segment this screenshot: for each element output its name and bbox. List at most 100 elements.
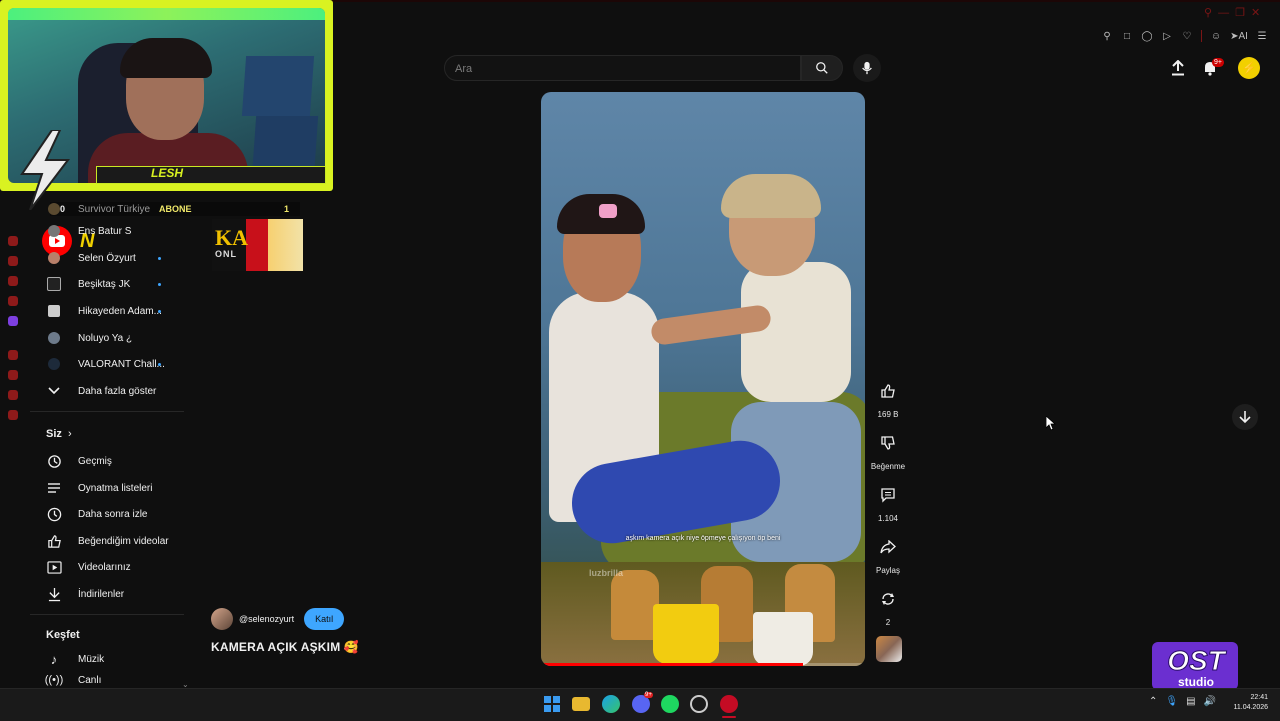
sidebar-item-noluyo-ya[interactable]: Noluyo Ya ¿	[30, 325, 190, 351]
settings-icon[interactable]	[8, 410, 18, 420]
sidebar-item-besiktas[interactable]: Beşiktaş JK	[30, 271, 190, 297]
dislike-label: Beğenme	[870, 462, 906, 471]
search-bar[interactable]	[444, 55, 801, 82]
hair-clip	[599, 204, 617, 218]
shield-icon[interactable]: ◯	[1141, 31, 1153, 42]
rail-icon[interactable]	[8, 370, 18, 380]
pin-icon[interactable]: ⚲	[1101, 31, 1113, 42]
comment-count: 1.104	[877, 514, 899, 523]
shorts-video-player[interactable]: aşkım kamera açık niye öpmeye çalışıyon …	[541, 92, 865, 666]
voice-search-button[interactable]	[853, 54, 881, 82]
sidebar-item-label: Videolarınız	[78, 561, 131, 573]
chevron-right-icon: ›	[68, 428, 72, 440]
rail-icon[interactable]	[8, 390, 18, 400]
file-explorer-icon[interactable]	[572, 697, 590, 711]
volume-icon[interactable]: 🔊	[1204, 696, 1216, 707]
menu-icon[interactable]: ☰	[1256, 31, 1268, 42]
wooden-holder	[611, 570, 659, 640]
download-icon	[48, 587, 60, 601]
new-content-dot	[158, 282, 161, 286]
show-more-button[interactable]: Daha fazla göster	[30, 378, 190, 404]
playlist-icon	[48, 483, 60, 493]
nameplate	[96, 166, 326, 184]
explore-section: Keşfet	[30, 622, 190, 648]
rail-icon[interactable]	[8, 350, 18, 360]
sidebar-item-hikayeden-adam[interactable]: Hikayeden Adam...	[30, 298, 190, 324]
play-icon[interactable]: ▷	[1161, 31, 1173, 42]
steam-icon[interactable]	[690, 695, 708, 713]
led-strip	[8, 8, 325, 20]
remix-icon	[882, 593, 894, 605]
sidebar-item-label: Oynatma listeleri	[78, 482, 153, 494]
sidebar-item-valorant[interactable]: VALORANT Chall...	[30, 351, 190, 377]
rail-icon[interactable]	[8, 236, 18, 246]
sidebar-item-live[interactable]: ((•)) Canlı	[30, 673, 190, 687]
channel-thumbnail[interactable]	[876, 636, 902, 662]
channel-avatar[interactable]	[211, 608, 233, 630]
progress-bar[interactable]	[541, 663, 865, 666]
sidebar-item-downloads[interactable]: İndirilenler	[30, 581, 190, 607]
upload-icon	[1172, 60, 1184, 76]
restore-icon[interactable]: ❐	[1235, 6, 1245, 19]
sidebar-item-music[interactable]: ♪ Müzik	[30, 646, 190, 672]
remix-button[interactable]: 2	[872, 584, 904, 627]
music-icon: ♪	[50, 651, 58, 667]
channel-avatar	[48, 252, 60, 264]
search-shortcut-icon[interactable]: ⚲	[1204, 6, 1212, 19]
channel-avatar	[48, 358, 60, 370]
ost-studio-logo: OST studio	[1152, 642, 1238, 690]
twitch-icon[interactable]	[8, 316, 18, 326]
rail-icon[interactable]	[8, 256, 18, 266]
streamer-hair	[120, 38, 212, 78]
minimize-icon[interactable]: —	[1218, 7, 1229, 19]
create-button[interactable]	[1166, 56, 1190, 80]
comment-icon	[881, 488, 895, 503]
dislike-button[interactable]: Beğenme	[871, 428, 905, 471]
sidebar-item-your-videos[interactable]: Videolarınız	[30, 554, 190, 580]
microphone-icon[interactable]: 🎙	[1165, 696, 1178, 707]
live-icon: ((•))	[44, 674, 64, 686]
windows-start-icon[interactable]	[543, 695, 561, 713]
sidebar-item-ens-batur[interactable]: Ens Batur S	[30, 218, 190, 244]
screenshot-icon[interactable]: □	[1121, 31, 1133, 42]
close-icon[interactable]: ✕	[1251, 6, 1260, 19]
sidebar-item-label: Survivor Türkiye	[78, 203, 151, 215]
sidebar-item-label: Noluyo Ya ¿	[78, 332, 133, 344]
like-button[interactable]: 169 B	[872, 376, 904, 419]
opera-gx-icon[interactable]	[720, 695, 738, 713]
sidebar-item-history[interactable]: Geçmiş	[30, 448, 190, 474]
search-button[interactable]	[801, 55, 843, 81]
you-heading: Siz	[46, 428, 62, 440]
heart-icon[interactable]: ♡	[1181, 31, 1193, 42]
share-label: Paylaş	[875, 566, 900, 575]
sidebar-divider	[30, 411, 184, 412]
profile-icon[interactable]: ☺	[1210, 31, 1222, 42]
channel-handle[interactable]: @selenozyurt	[239, 614, 294, 624]
edge-browser-icon[interactable]	[602, 695, 620, 713]
comments-button[interactable]: 1.104	[872, 480, 904, 523]
network-icon[interactable]: ▤	[1186, 696, 1195, 707]
video-caption: aşkım kamera açık niye öpmeye çalışıyon …	[625, 535, 781, 542]
next-short-button[interactable]	[1232, 404, 1258, 430]
sidebar-item-liked-videos[interactable]: Beğendiğim videolar	[30, 528, 190, 554]
account-avatar[interactable]: ⚡	[1238, 57, 1260, 79]
progress-fill	[541, 663, 804, 666]
ai-send-icon[interactable]: ➤AI	[1230, 31, 1248, 42]
join-button[interactable]: Katıl	[304, 608, 345, 630]
taskbar-clock[interactable]: 22:41 11.04.2026	[1226, 693, 1268, 713]
sidebar-item-label: Hikayeden Adam...	[78, 305, 162, 317]
sponsor-banner: KA ONL	[212, 219, 303, 271]
spotify-icon[interactable]	[661, 695, 679, 713]
yellow-mug	[653, 604, 719, 664]
search-input[interactable]	[445, 56, 787, 82]
rail-icon[interactable]	[8, 276, 18, 286]
share-button[interactable]: Paylaş	[872, 532, 904, 575]
sidebar-item-watch-later[interactable]: Daha sonra izle	[30, 501, 190, 527]
mouse-cursor-icon	[1046, 416, 1056, 431]
sidebar-item-label: Beğendiğim videolar	[78, 535, 169, 547]
sidebar-item-selen-ozyurt[interactable]: Selen Özyurt	[30, 245, 190, 271]
chevron-up-icon[interactable]: ⌃	[1149, 696, 1157, 707]
you-section-link[interactable]: Siz ›	[30, 421, 190, 447]
sidebar-item-playlists[interactable]: Oynatma listeleri	[30, 475, 190, 501]
rail-icon[interactable]	[8, 296, 18, 306]
